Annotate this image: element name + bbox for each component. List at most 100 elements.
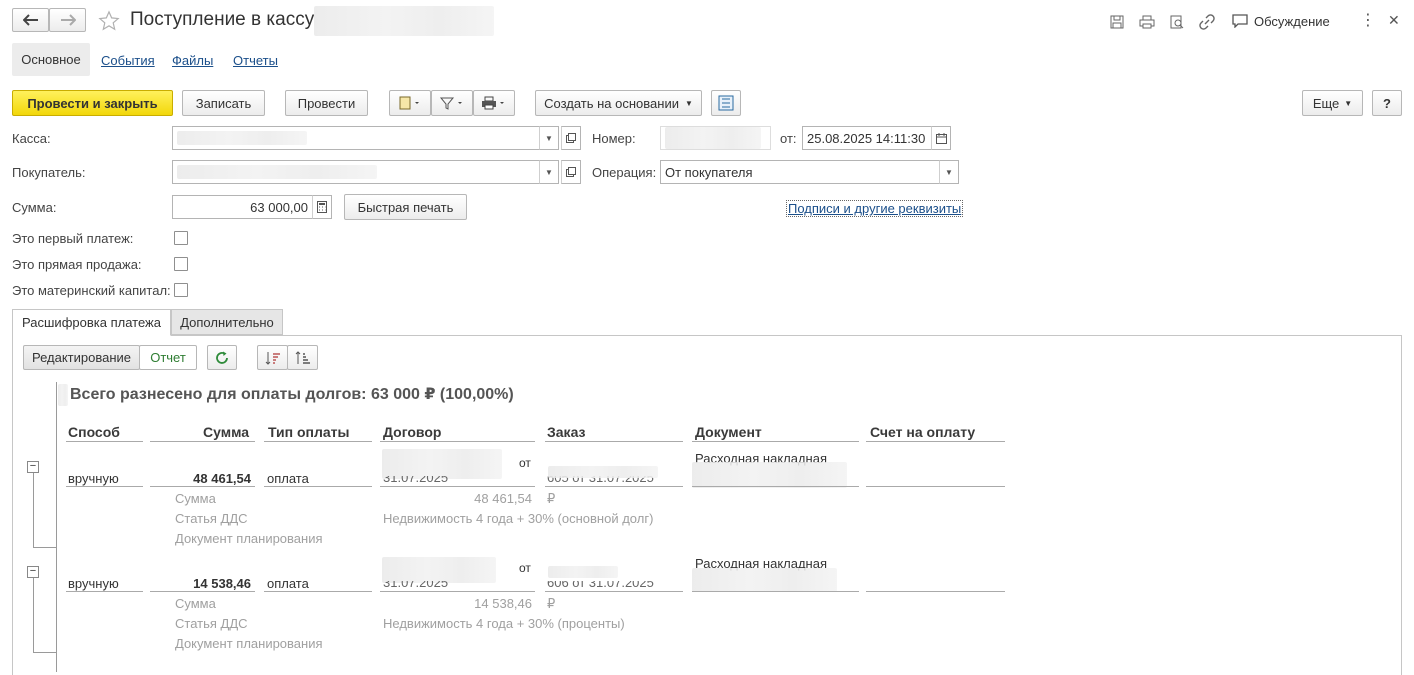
mode-report-button[interactable]: Отчет	[139, 345, 197, 370]
sort-asc-button[interactable]	[257, 345, 288, 370]
date-field[interactable]: 25.08.2025 14:11:30	[802, 126, 932, 150]
kassa-dropdown[interactable]: ▼	[539, 126, 559, 150]
row-1-sub-sum-value: 48 461,54	[474, 491, 532, 506]
discussion-button[interactable]: Обсуждение	[1254, 14, 1330, 29]
row-1-dds-value[interactable]: Недвижимость 4 года + 30% (основной долг…	[383, 511, 653, 526]
tab-events[interactable]: События	[101, 53, 155, 68]
close-icon[interactable]: ✕	[1388, 12, 1400, 29]
buyer-redacted	[177, 165, 377, 179]
row-2-pay-type[interactable]: оплата	[267, 576, 309, 591]
col-order: Заказ	[547, 424, 586, 440]
favorite-star-icon[interactable]	[96, 8, 122, 34]
row-2-method-line	[66, 591, 143, 592]
row-2-plan-label: Документ планирования	[175, 636, 323, 651]
arrow-right-icon	[60, 14, 76, 26]
operation-dropdown[interactable]: ▼	[939, 160, 959, 184]
row-2-contract-redacted	[382, 557, 496, 583]
structure-button[interactable]	[711, 90, 741, 116]
buyer-open-button[interactable]	[561, 160, 581, 184]
col-method-underline	[66, 441, 143, 442]
calendar-icon	[935, 132, 947, 144]
first-payment-label: Это первый платеж:	[12, 231, 134, 246]
quick-print-button[interactable]: Быстрая печать	[344, 194, 467, 220]
row-1-contract-from: от	[519, 456, 531, 470]
row-2-method[interactable]: вручную	[68, 576, 119, 591]
collapse-row-2[interactable]: −	[27, 566, 39, 578]
sort-desc-button[interactable]	[287, 345, 318, 370]
preview-icon[interactable]	[1168, 13, 1186, 31]
row-1-dds-label: Статья ДДС	[175, 511, 248, 526]
row-1-method[interactable]: вручную	[68, 471, 119, 486]
post-button[interactable]: Провести	[285, 90, 368, 116]
row-2-document-line	[692, 591, 859, 592]
title-redacted	[314, 6, 494, 36]
date-from-label: от:	[780, 131, 797, 146]
help-button[interactable]: ?	[1372, 90, 1402, 116]
operation-label: Операция:	[592, 165, 657, 180]
tab-files[interactable]: Файлы	[172, 53, 213, 68]
subtab-additional[interactable]: Дополнительно	[171, 309, 283, 335]
row-2-pay-type-line	[264, 591, 372, 592]
discussion-icon[interactable]	[1230, 12, 1250, 30]
buyer-dropdown[interactable]: ▼	[539, 160, 559, 184]
sum-field[interactable]: 63 000,00	[172, 195, 313, 219]
col-invoice-underline	[866, 441, 1005, 442]
subtab-payment-breakdown[interactable]: Расшифровка платежа	[12, 309, 171, 336]
save-button[interactable]: Записать	[182, 90, 265, 116]
row-1-pay-type[interactable]: оплата	[267, 471, 309, 486]
row-2-order-line	[545, 591, 683, 592]
save-disk-icon[interactable]	[1108, 13, 1126, 31]
document-fill-icon	[399, 96, 419, 110]
fill-dropdown-button[interactable]	[389, 90, 431, 116]
row-1-document-redacted	[692, 462, 847, 488]
tab-main[interactable]: Основное	[12, 43, 90, 76]
print-dropdown-button[interactable]	[473, 90, 515, 116]
back-button[interactable]	[12, 8, 49, 32]
print-icon[interactable]	[1138, 13, 1156, 31]
number-field[interactable]	[660, 126, 771, 150]
row-1-sum[interactable]: 48 461,54	[150, 471, 251, 486]
open-window-icon	[566, 133, 576, 143]
signatures-link[interactable]: Подписи и другие реквизиты	[786, 200, 964, 217]
refresh-button[interactable]	[207, 345, 237, 370]
tab-reports[interactable]: Отчеты	[233, 53, 278, 68]
sum-label: Сумма:	[12, 200, 57, 215]
row-1-sub-sum-label: Сумма	[175, 491, 216, 506]
buyer-field[interactable]	[172, 160, 540, 184]
row-2-order[interactable]: 606 от 31.07.2025	[547, 581, 677, 591]
more-vertical-icon[interactable]: ⋮	[1360, 12, 1376, 30]
filter-dropdown-button[interactable]	[431, 90, 473, 116]
chevron-down-icon: ▼	[684, 98, 693, 108]
filter-icon	[439, 97, 462, 110]
row-2-dds-value[interactable]: Недвижимость 4 года + 30% (проценты)	[383, 616, 625, 631]
calendar-button[interactable]	[931, 126, 951, 150]
post-and-close-button[interactable]: Провести и закрыть	[12, 90, 173, 116]
row-2-sum[interactable]: 14 538,46	[150, 576, 251, 591]
mode-edit-button[interactable]: Редактирование	[23, 345, 140, 370]
kassa-field[interactable]	[172, 126, 540, 150]
col-payment-type: Тип оплаты	[268, 424, 350, 440]
kassa-open-button[interactable]	[561, 126, 581, 150]
row-1-pay-type-line	[264, 486, 372, 487]
col-invoice: Счет на оплату	[870, 424, 976, 440]
operation-field[interactable]: От покупателя	[660, 160, 940, 184]
first-payment-checkbox[interactable]	[174, 231, 188, 245]
row-2-dds-label: Статья ДДС	[175, 616, 248, 631]
forward-button[interactable]	[49, 8, 86, 32]
link-icon[interactable]	[1198, 13, 1216, 31]
arrow-left-icon	[22, 14, 38, 26]
create-based-on-button[interactable]: Создать на основании ▼	[535, 90, 702, 116]
row-1-document-line	[692, 486, 859, 487]
more-button[interactable]: Еще ▼	[1302, 90, 1363, 116]
maternity-capital-checkbox[interactable]	[174, 283, 188, 297]
direct-sale-checkbox[interactable]	[174, 257, 188, 271]
buyer-label: Покупатель:	[12, 165, 86, 180]
row-2-sub-sum-value: 14 538,46	[474, 596, 532, 611]
collapse-row-1[interactable]: −	[27, 461, 39, 473]
row-2-contract-line	[380, 591, 535, 592]
number-redacted	[665, 127, 761, 149]
chevron-down-icon: ▼	[1344, 98, 1353, 108]
calculator-button[interactable]	[312, 195, 332, 219]
open-window-icon	[566, 167, 576, 177]
row-1-contract-line	[380, 486, 535, 487]
